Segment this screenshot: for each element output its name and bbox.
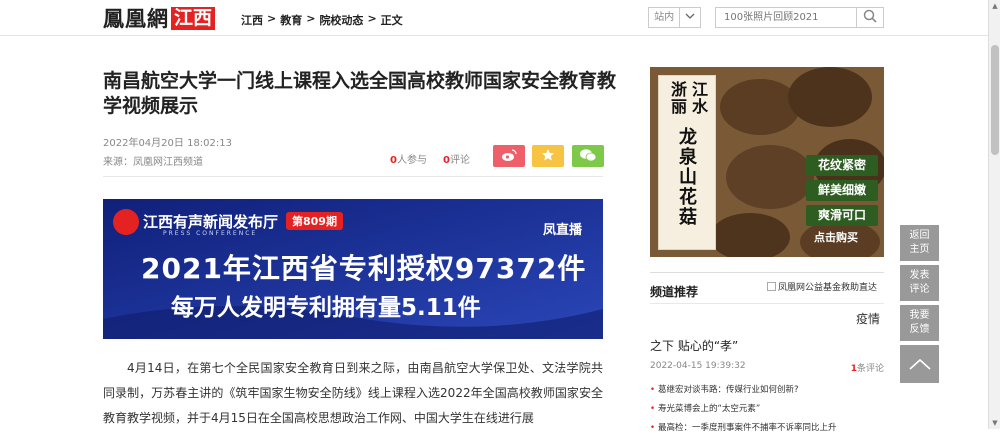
banner-live: 凤直播 — [543, 223, 583, 238]
participants-count[interactable]: 0人参与 — [390, 151, 427, 166]
meta-divider — [103, 176, 603, 177]
back-home-line2: 主页 — [909, 244, 930, 255]
list-item[interactable]: 葛继宏对谈韦路：传媒行业如何创新? — [650, 381, 884, 400]
feedback-line1: 我要 — [909, 310, 930, 321]
favorite-button[interactable] — [532, 145, 564, 167]
ad-tag: 爽滑可口 — [806, 205, 878, 226]
recommend-meta: 2022-04-15 19:39:32 1条评论 — [650, 361, 884, 374]
banner-issue: 第809期 — [286, 212, 343, 230]
chevron-down-icon — [680, 12, 700, 23]
weibo-icon — [501, 147, 517, 166]
page-scrollbar[interactable]: ▲ ▼ — [988, 0, 1000, 429]
post-comment-line1: 发表 — [909, 270, 930, 281]
list-item[interactable]: 寿光菜博会上的“太空元素” — [650, 400, 884, 419]
scrollbar-thumb[interactable] — [991, 45, 999, 155]
feedback-line2: 反馈 — [909, 324, 930, 335]
logo-region: 江西 — [171, 6, 216, 30]
logo-text: 鳳凰網 — [103, 6, 169, 31]
article-banner-image: 江西有声新闻发布厅 PRESS CONFERENCE 第809期 凤直播 202… — [103, 199, 603, 339]
breadcrumb-current: 正文 — [380, 14, 403, 27]
share-wechat-button[interactable] — [572, 145, 604, 167]
star-icon — [541, 147, 555, 166]
scroll-up-arrow-icon[interactable]: ▲ — [989, 0, 1000, 12]
recommend-comments[interactable]: 1条评论 — [851, 361, 884, 374]
search-icon — [863, 8, 877, 27]
participants-number: 0 — [390, 155, 397, 166]
ad-text-col2: 江水 — [689, 81, 708, 115]
wechat-icon — [579, 147, 597, 166]
search-scope-select[interactable]: 站内 — [648, 7, 701, 28]
breadcrumb-education[interactable]: 教育 — [280, 12, 302, 28]
banner-headline-1: 2021年江西省专利授权97372件 — [141, 252, 587, 285]
breadcrumb-separator: > — [367, 12, 377, 25]
breadcrumb: 江西 > 教育 > 院校动态 > 正文 — [241, 12, 403, 28]
back-home-line1: 返回 — [909, 230, 930, 241]
post-comment-line2: 评论 — [909, 284, 930, 295]
back-to-top-button[interactable] — [900, 345, 939, 383]
comments-count[interactable]: 0评论 — [443, 151, 470, 166]
share-weibo-button[interactable] — [493, 145, 525, 167]
recommend-tag: 疫情 — [856, 312, 881, 326]
article-source: 来源：凤凰网江西频道 — [103, 157, 203, 168]
ad-buy-link[interactable]: 点击购买 — [814, 229, 858, 245]
breadcrumb-school-news[interactable]: 院校动态 — [319, 12, 363, 28]
banner-brand-en: PRESS CONFERENCE — [163, 230, 258, 237]
article-date: 2022年04月20日 18:02:13 — [103, 138, 232, 149]
post-comment-button[interactable]: 发表 评论 — [900, 265, 939, 301]
article-title: 南昌航空大学一门线上课程入选全国高校教师国家安全教育教学视频展示 — [103, 70, 617, 117]
ad-tag: 鲜美细嫩 — [806, 180, 878, 201]
recommend-image-alt: 凤凰网公益基金救助直达 — [778, 283, 878, 293]
chevron-up-icon — [908, 355, 931, 374]
banner-logo-icon — [113, 209, 139, 235]
search-scope-label: 站内 — [649, 8, 681, 27]
recommend-headline[interactable]: 之下 贴心的“孝” — [650, 337, 738, 354]
search-input[interactable] — [715, 7, 857, 28]
top-header: 鳳凰網 江西 江西 > 教育 > 院校动态 > 正文 站内 — [0, 0, 988, 36]
recommend-comment-label: 条评论 — [856, 364, 884, 374]
banner-headline-2: 每万人发明专利拥有量5.11件 — [171, 295, 481, 321]
ad-tag: 花纹紧密 — [806, 155, 878, 176]
feedback-button[interactable]: 我要 反馈 — [900, 305, 939, 341]
broken-image-icon — [767, 282, 776, 291]
recommend-list: 葛继宏对谈韦路：传媒行业如何创新? 寿光菜博会上的“太空元素” 最高检：一季度刑… — [650, 381, 884, 438]
breadcrumb-jiangxi[interactable]: 江西 — [241, 12, 263, 28]
recommend-date: 2022-04-15 19:39:32 — [650, 361, 746, 371]
comments-number: 0 — [443, 155, 450, 166]
recommend-title: 频道推荐 — [650, 285, 699, 299]
comments-label: 评论 — [449, 155, 470, 166]
recommend-image[interactable]: 凤凰网公益基金救助直达 — [767, 282, 885, 294]
banner-brand: 江西有声新闻发布厅 — [143, 213, 279, 231]
breadcrumb-separator: > — [267, 12, 277, 25]
back-home-button[interactable]: 返回 主页 — [900, 225, 939, 261]
participants-label: 人参与 — [396, 155, 427, 166]
mushroom-ad[interactable]: 浙丽 江水 龙泉山花菇 花纹紧密 鲜美细嫩 爽滑可口 点击购买 — [650, 67, 884, 257]
scroll-down-arrow-icon[interactable]: ▼ — [989, 417, 1000, 429]
search-button[interactable] — [856, 7, 884, 28]
article-body: 4月14日，在第七个全民国家安全教育日到来之际，由南昌航空大学保卫处、文法学院共… — [103, 361, 603, 425]
ad-product-name: 龙泉山花菇 — [676, 127, 697, 227]
site-logo[interactable]: 鳳凰網 江西 — [103, 6, 216, 31]
breadcrumb-separator: > — [306, 12, 316, 25]
